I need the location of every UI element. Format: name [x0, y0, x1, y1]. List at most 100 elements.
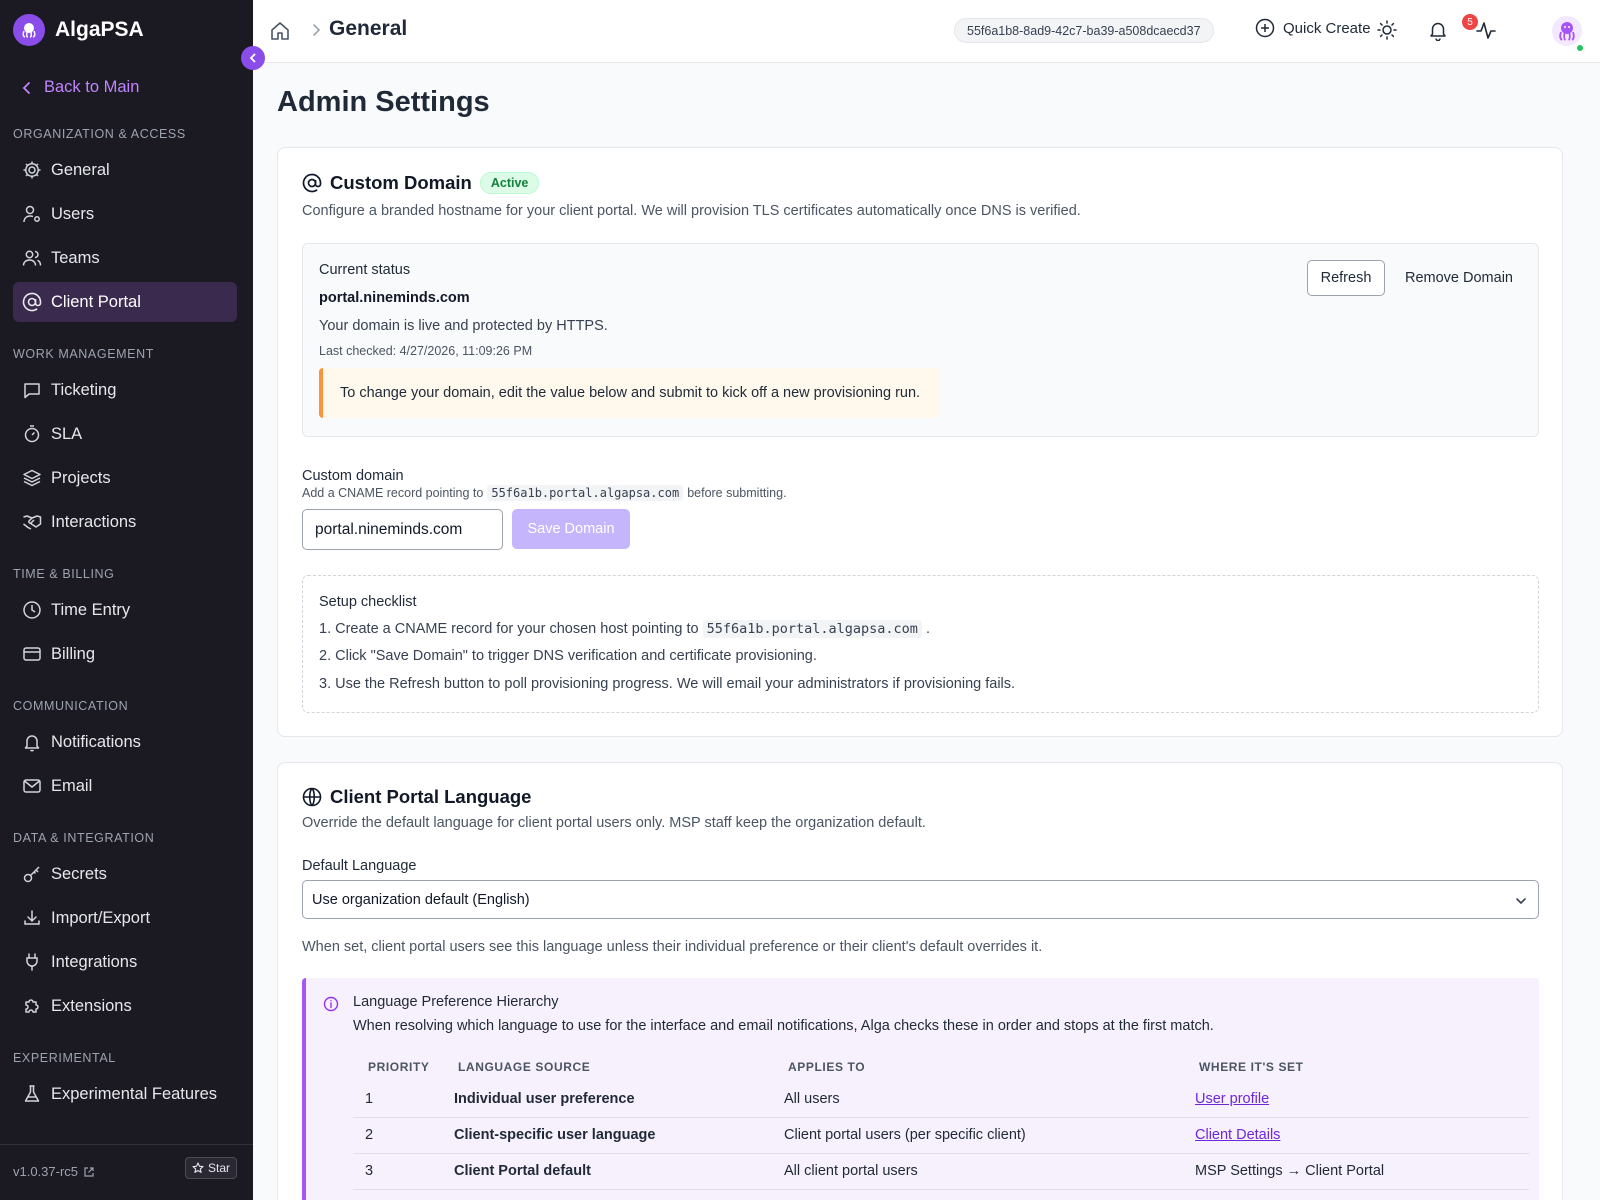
current-status-panel: Current status portal.nineminds.com Your…	[302, 243, 1539, 437]
bell-icon[interactable]	[1427, 19, 1449, 41]
sidebar-item-label: Experimental Features	[51, 1084, 217, 1103]
top-header: General 55f6a1b8-8ad9-42c7-ba39-a508dcae…	[253, 0, 1600, 63]
chevron-left-icon	[22, 81, 30, 94]
sidebar-item-ticketing[interactable]: Ticketing	[13, 370, 237, 410]
custom-domain-input[interactable]	[302, 509, 503, 550]
sidebar-item-label: General	[51, 160, 110, 179]
github-star-button[interactable]: Star	[185, 1157, 238, 1179]
sidebar-item-notifications[interactable]: Notifications	[13, 722, 237, 762]
sidebar-item-label: Extensions	[51, 996, 132, 1015]
sidebar-footer: v1.0.37-rc5 Star	[0, 1144, 253, 1200]
online-status-dot	[1576, 44, 1584, 52]
column-header-language-source: LANGUAGE SOURCE	[458, 1060, 591, 1074]
sidebar-item-time-entry[interactable]: Time Entry	[13, 590, 237, 630]
save-domain-button[interactable]: Save Domain	[512, 509, 630, 549]
quick-create-button[interactable]: Quick Create	[1255, 18, 1371, 38]
sidebar-item-interactions[interactable]: Interactions	[13, 502, 237, 542]
user-profile-link[interactable]: User profile	[1195, 1091, 1269, 1107]
setup-checklist: Setup checklist 1. Create a CNAME record…	[302, 575, 1539, 713]
sidebar-item-teams[interactable]: Teams	[13, 238, 237, 278]
back-to-main-link[interactable]: Back to Main	[20, 78, 139, 97]
handshake-icon	[23, 515, 42, 530]
external-link-icon	[84, 1166, 94, 1177]
change-domain-notice: To change your domain, edit the value be…	[319, 368, 939, 418]
sidebar-item-secrets[interactable]: Secrets	[13, 854, 237, 894]
help-prefix: Add a CNAME record pointing to	[302, 486, 484, 500]
sidebar-item-label: Secrets	[51, 864, 107, 883]
sidebar-item-projects[interactable]: Projects	[13, 458, 237, 498]
users-icon	[22, 250, 42, 266]
sidebar-collapse-button[interactable]	[241, 46, 265, 70]
sidebar-item-label: Ticketing	[51, 380, 117, 399]
star-icon	[192, 1162, 204, 1173]
default-language-label: Default Language	[302, 858, 417, 874]
gear-icon	[23, 161, 41, 179]
sidebar-item-label: Integrations	[51, 952, 138, 971]
section-label-communication: COMMUNICATION	[13, 699, 129, 713]
refresh-button[interactable]: Refresh	[1307, 260, 1385, 296]
custom-domain-heading: Custom Domain Active	[302, 172, 540, 194]
sidebar-item-label: Client Portal	[51, 292, 141, 311]
sun-icon[interactable]	[1376, 19, 1398, 41]
mail-icon	[23, 779, 41, 793]
sidebar-item-experimental-features[interactable]: Experimental Features	[13, 1074, 237, 1114]
custom-domain-description: Configure a branded hostname for your cl…	[302, 203, 1081, 219]
chevron-right-icon	[313, 24, 321, 36]
sidebar-item-integrations[interactable]: Integrations	[13, 942, 237, 982]
sidebar-item-sla[interactable]: SLA	[13, 414, 237, 454]
timer-icon	[24, 425, 40, 443]
checklist-item-3: 3. Use the Refresh button to poll provis…	[319, 676, 1016, 692]
sidebar: AlgaPSA Back to Main ORGANIZATION & ACCE…	[0, 0, 253, 1200]
applies-cell: Client portal users (per specific client…	[784, 1127, 1026, 1143]
source-cell: Client-specific user language	[454, 1127, 656, 1143]
custom-domain-title: Custom Domain	[330, 172, 472, 193]
sidebar-item-users[interactable]: Users	[13, 194, 237, 234]
custom-domain-card: Custom Domain Active Configure a branded…	[277, 147, 1563, 737]
checklist-item-2: 2. Click "Save Domain" to trigger DNS ve…	[319, 648, 817, 664]
sidebar-item-client-portal[interactable]: Client Portal	[13, 282, 237, 322]
user-avatar[interactable]	[1552, 16, 1582, 46]
where-cell: Client Details	[1195, 1127, 1280, 1143]
activity-icon[interactable]	[1475, 19, 1497, 41]
custom-domain-help: Add a CNAME record pointing to 55f6a1b.p…	[302, 485, 787, 501]
table-row: 3 Client Portal default All client porta…	[353, 1154, 1529, 1190]
status-badge: Active	[479, 172, 540, 194]
sidebar-item-label: Interactions	[51, 512, 137, 531]
sidebar-item-label: Billing	[51, 644, 96, 663]
cname-target-code: 55f6a1b.portal.algapsa.com	[702, 620, 922, 638]
sidebar-item-label: Users	[51, 204, 95, 223]
column-header-applies-to: APPLIES TO	[788, 1060, 866, 1074]
sidebar-item-general[interactable]: General	[13, 150, 237, 190]
sidebar-item-import-export[interactable]: Import/Export	[13, 898, 237, 938]
at-sign-icon	[302, 173, 322, 193]
flask-icon	[24, 1085, 40, 1102]
sidebar-item-billing[interactable]: Billing	[13, 634, 237, 674]
info-icon	[323, 996, 339, 1012]
last-checked-timestamp: Last checked: 4/27/2026, 11:09:26 PM	[319, 344, 533, 358]
remove-domain-button[interactable]: Remove Domain	[1395, 260, 1523, 296]
home-icon[interactable]	[269, 20, 291, 42]
sidebar-item-email[interactable]: Email	[13, 766, 237, 806]
priority-cell: 2	[365, 1127, 374, 1143]
section-label-organization: ORGANIZATION & ACCESS	[13, 127, 186, 141]
default-language-value: Use organization default (English)	[312, 891, 530, 908]
client-details-link[interactable]: Client Details	[1195, 1127, 1280, 1143]
app-logo[interactable]: AlgaPSA	[13, 14, 144, 46]
version-link[interactable]: v1.0.37-rc5	[13, 1164, 95, 1179]
chevron-down-icon	[1516, 898, 1526, 905]
back-to-main-label: Back to Main	[44, 78, 140, 96]
section-label-work-management: WORK MANAGEMENT	[13, 347, 154, 361]
key-icon	[23, 866, 40, 883]
default-language-select[interactable]: Use organization default (English)	[302, 880, 1539, 919]
checklist-item-1-suffix: .	[925, 621, 930, 637]
table-row: 2 Client-specific user language Client p…	[353, 1118, 1529, 1154]
column-header-priority: PRIORITY	[368, 1060, 430, 1074]
sidebar-item-label: SLA	[51, 424, 83, 443]
language-description: Override the default language for client…	[302, 815, 926, 831]
chevron-left-icon	[249, 53, 256, 63]
sidebar-item-extensions[interactable]: Extensions	[13, 986, 237, 1026]
app-name: AlgaPSA	[55, 18, 144, 41]
tenant-id-badge[interactable]: 55f6a1b8-8ad9-42c7-ba39-a508dcaecd37	[954, 18, 1214, 43]
client-portal-language-card: Client Portal Language Override the defa…	[277, 762, 1563, 1200]
cname-target-code: 55f6a1b.portal.algapsa.com	[487, 485, 684, 501]
